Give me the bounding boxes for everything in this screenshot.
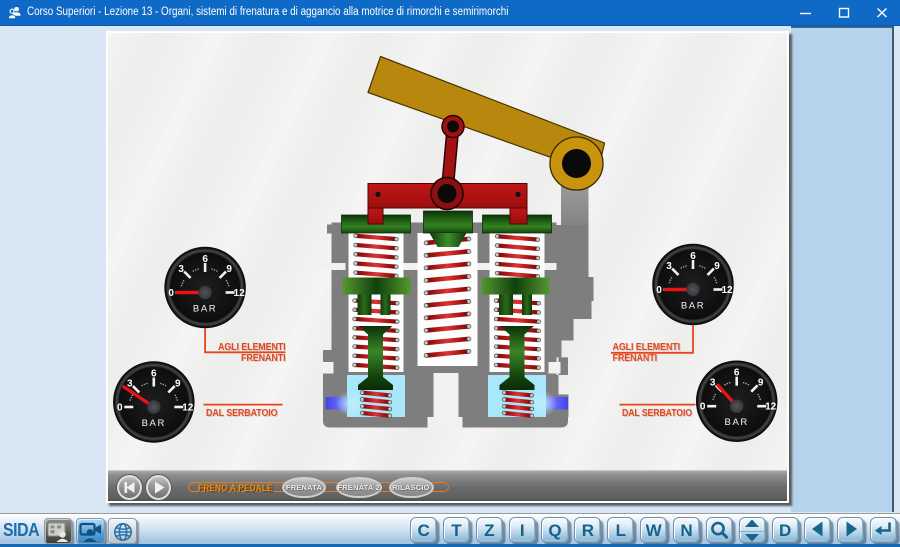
svg-text:BAR: BAR — [141, 418, 165, 429]
svg-text:12: 12 — [233, 288, 245, 299]
svg-text:6: 6 — [151, 368, 157, 379]
svg-text:BAR: BAR — [192, 304, 216, 315]
svg-text:12: 12 — [182, 402, 194, 413]
svg-text:0: 0 — [168, 288, 174, 299]
svg-text:0: 0 — [656, 285, 662, 296]
svg-text:BAR: BAR — [680, 301, 704, 312]
svg-text:3: 3 — [709, 378, 715, 389]
svg-text:12: 12 — [721, 285, 733, 296]
svg-text:6: 6 — [733, 368, 739, 379]
svg-text:9: 9 — [226, 264, 232, 275]
svg-text:12: 12 — [765, 402, 777, 413]
svg-text:DAL SERBATOIO: DAL SERBATOIO — [622, 408, 692, 419]
svg-text:6: 6 — [202, 254, 208, 265]
svg-text:9: 9 — [714, 261, 720, 272]
svg-text:AGLI ELEMENTI: AGLI ELEMENTI — [612, 342, 680, 353]
svg-text:AGLI ELEMENTI: AGLI ELEMENTI — [218, 342, 286, 353]
svg-text:0: 0 — [117, 402, 123, 413]
svg-text:0: 0 — [699, 402, 705, 413]
svg-text:6: 6 — [690, 251, 696, 262]
svg-text:FRENANTI: FRENANTI — [612, 353, 657, 364]
svg-text:BAR: BAR — [724, 417, 748, 428]
svg-text:3: 3 — [666, 261, 672, 272]
svg-text:9: 9 — [757, 378, 763, 389]
svg-text:DAL SERBATOIO: DAL SERBATOIO — [206, 408, 278, 419]
svg-text:3: 3 — [178, 264, 184, 275]
svg-text:9: 9 — [175, 378, 181, 389]
svg-text:FRENANTI: FRENANTI — [241, 353, 286, 364]
